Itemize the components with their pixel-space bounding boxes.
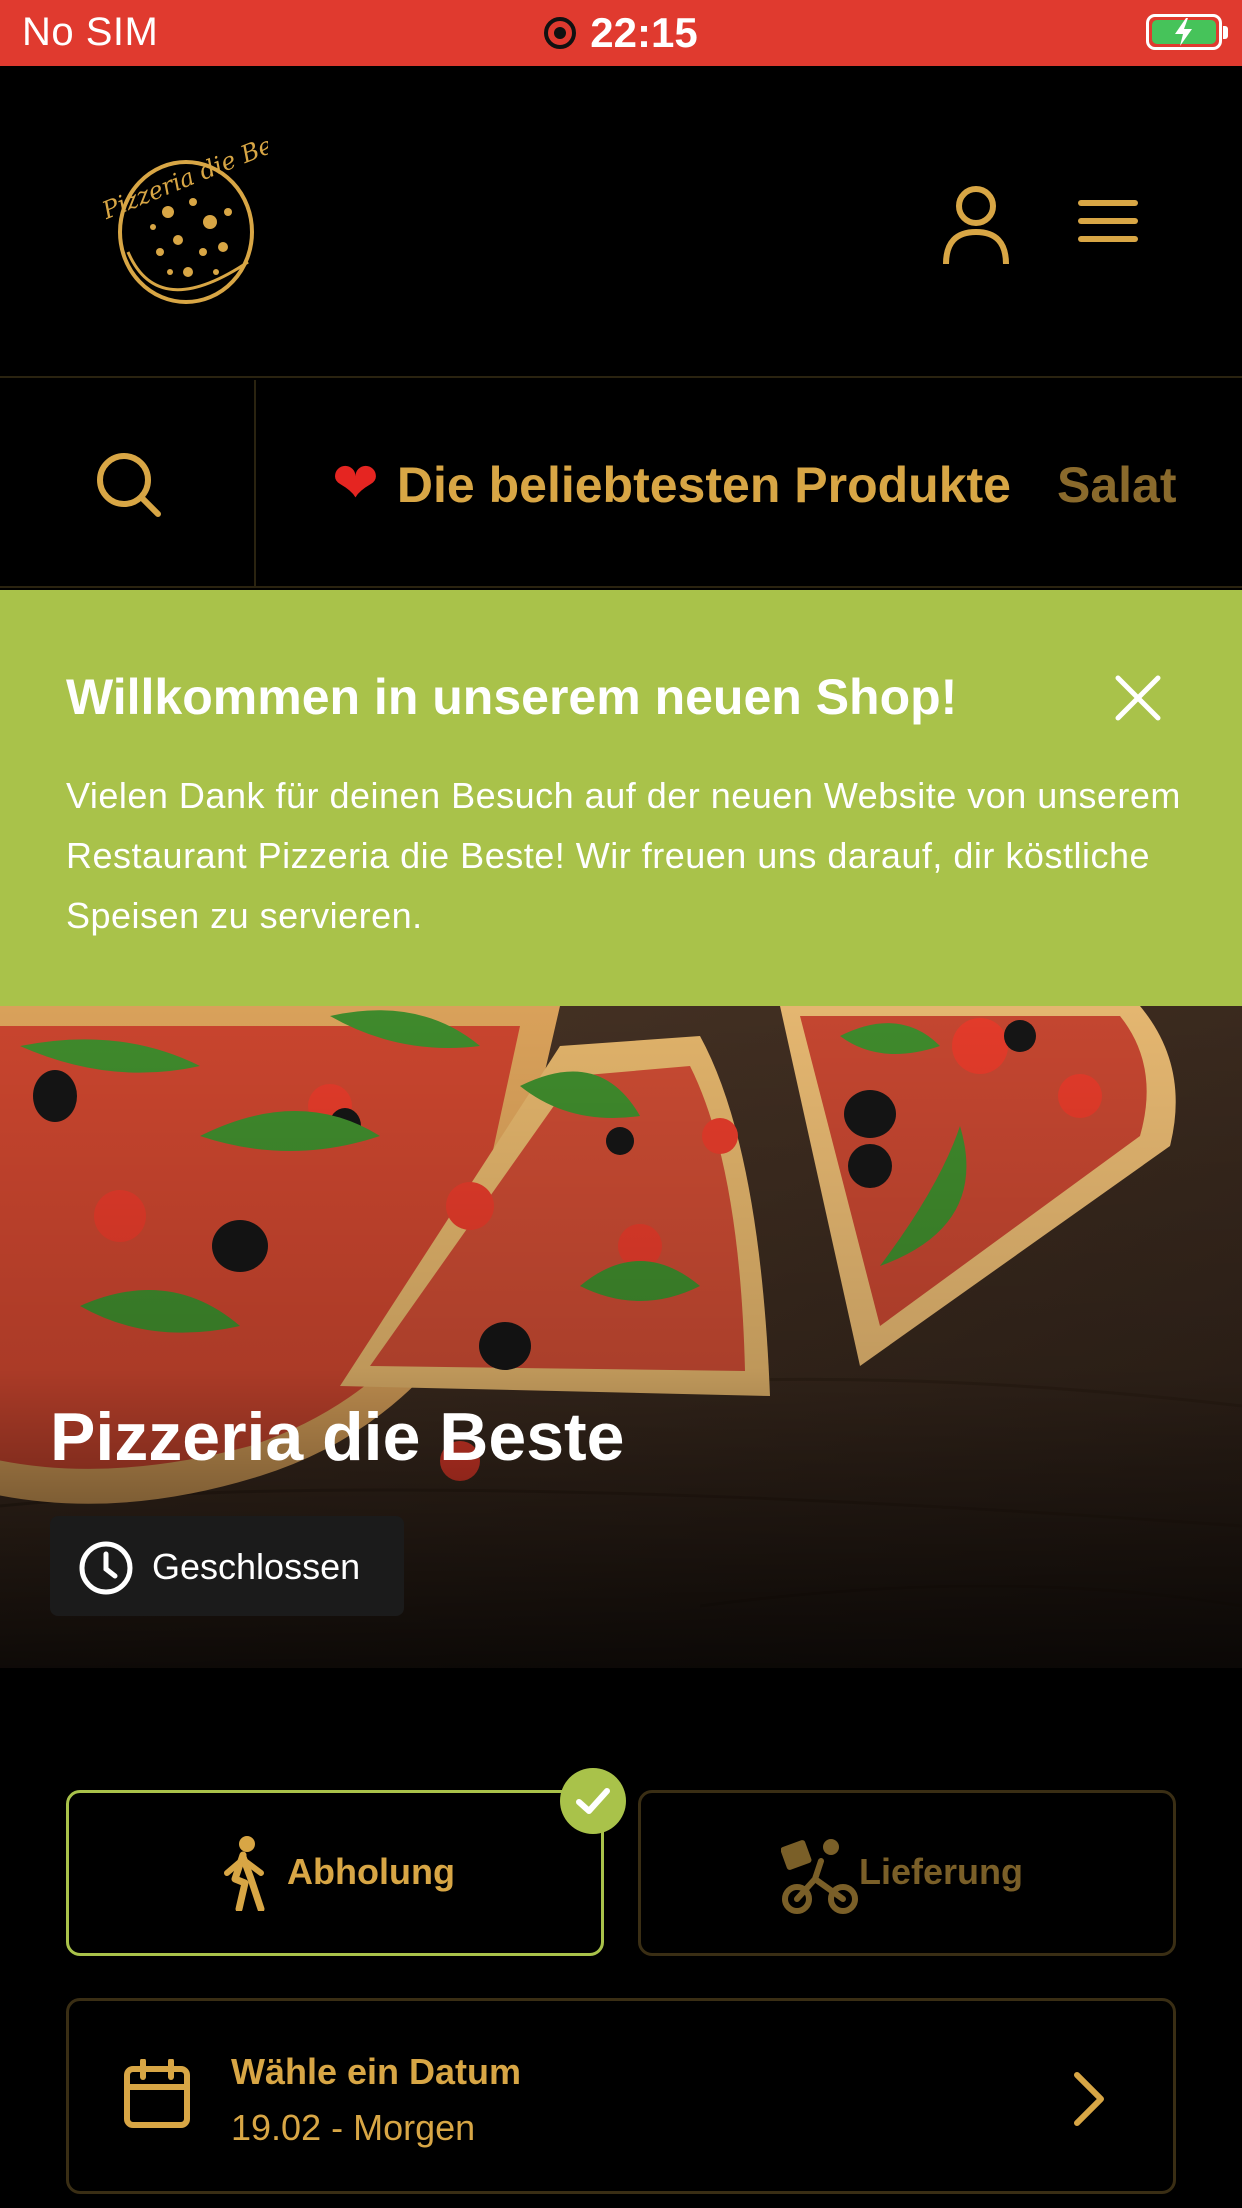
menu-button[interactable] <box>1076 196 1140 250</box>
status-bar: No SIM 22:15 <box>0 0 1242 66</box>
checkmark-icon <box>576 1788 610 1814</box>
pizzeria-logo[interactable]: Pizzeria die Beste <box>97 117 310 312</box>
delivery-label: Lieferung <box>859 1851 1024 1892</box>
delivery-bike-icon <box>781 1839 858 1914</box>
date-label: Wähle ein Datum <box>231 2051 522 2092</box>
heart-icon: ❤ <box>332 451 379 514</box>
battery-icon <box>1146 14 1228 50</box>
opening-status-label: Geschlossen <box>152 1546 361 1587</box>
close-icon <box>1115 675 1161 721</box>
walking-person-icon <box>224 1836 265 1911</box>
restaurant-title: Pizzeria die Beste <box>50 1399 625 1475</box>
banner-close-button[interactable] <box>1112 672 1164 724</box>
account-button[interactable] <box>940 184 1012 266</box>
selected-check-badge <box>560 1768 626 1834</box>
clock-icon <box>79 1541 133 1595</box>
hero-banner: Pizzeria die Beste Geschlossen <box>0 1006 1242 1668</box>
hamburger-menu-icon <box>1078 200 1138 242</box>
banner-title: Willkommen in unserem neuen Shop! <box>66 669 958 725</box>
category-bar: ❤ Die beliebtesten Produkte Salat <box>0 380 1242 588</box>
status-time: 22:15 <box>590 9 698 56</box>
app-header: Pizzeria die Beste <box>0 66 1242 378</box>
calendar-icon <box>124 2059 190 2128</box>
svg-text:Pizzeria die Beste: Pizzeria die Beste <box>98 132 268 225</box>
search-button[interactable] <box>0 380 256 586</box>
recording-icon <box>544 17 577 49</box>
category-popular[interactable]: ❤ Die beliebtesten Produkte <box>332 380 1011 586</box>
welcome-banner: Willkommen in unserem neuen Shop! Vielen… <box>0 590 1242 1006</box>
chevron-right-icon <box>1074 2072 1104 2126</box>
date-value: 19.02 - Morgen <box>231 2107 476 2148</box>
opening-status-badge: Geschlossen <box>50 1516 404 1616</box>
category-label: Salat <box>1056 457 1177 513</box>
banner-text: Vielen Dank für deinen Besuch auf der ne… <box>66 775 1181 936</box>
status-center: 22:15 <box>0 9 1242 57</box>
pickup-label: Abholung <box>287 1851 455 1892</box>
category-label: Die beliebtesten Produkte <box>396 457 1011 513</box>
delivery-option[interactable]: Lieferung <box>638 1790 1176 1956</box>
category-salat[interactable]: Salat <box>1057 382 1177 586</box>
category-scroller[interactable]: ❤ Die beliebtesten Produkte Salat <box>258 380 1242 586</box>
search-icon <box>97 453 161 517</box>
user-icon <box>943 186 1009 265</box>
date-picker[interactable]: Wähle ein Datum 19.02 - Morgen <box>66 1998 1176 2194</box>
pickup-option[interactable]: Abholung <box>66 1790 604 1956</box>
